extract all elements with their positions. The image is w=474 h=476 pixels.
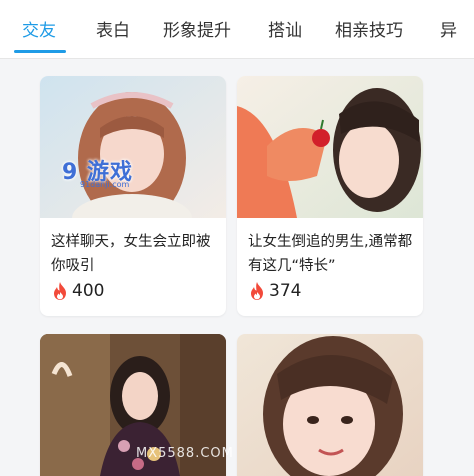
article-thumbnail: [237, 76, 423, 218]
flame-icon: [54, 282, 66, 300]
category-tab-bar: 交友 表白 形象提升 搭讪 相亲技巧 异: [0, 0, 474, 59]
site-watermark-url: 91danji.com: [80, 180, 130, 189]
tab-confession[interactable]: 表白: [96, 16, 130, 41]
flame-icon: [251, 282, 263, 300]
like-count: 400: [51, 280, 104, 302]
like-count-value: 400: [72, 281, 105, 301]
article-card-4[interactable]: [237, 334, 423, 476]
article-card-2[interactable]: 让女生倒追的男生,通常都有这几“特长” 374: [237, 76, 423, 316]
article-thumbnail: 9 游戏 91danji.com: [40, 76, 226, 218]
tab-partial-next[interactable]: 异: [440, 16, 457, 41]
article-title[interactable]: 这样聊天，女生会立即被你吸引: [51, 230, 219, 278]
like-count-value: 374: [269, 281, 302, 301]
bottom-watermark: MX5588.COM: [136, 446, 234, 461]
article-card-1[interactable]: 9 游戏 91danji.com 这样聊天，女生会立即被你吸引 400: [40, 76, 226, 316]
active-tab-indicator: [14, 50, 66, 53]
tab-chat-up[interactable]: 搭讪: [268, 16, 302, 41]
article-title[interactable]: 让女生倒追的男生,通常都有这几“特长”: [248, 230, 416, 278]
tab-blind-date-tips[interactable]: 相亲技巧: [335, 16, 403, 41]
tab-dating[interactable]: 交友: [22, 16, 56, 41]
tab-image-improvement[interactable]: 形象提升: [163, 16, 231, 41]
article-thumbnail: [237, 334, 423, 476]
like-count: 374: [248, 280, 301, 302]
